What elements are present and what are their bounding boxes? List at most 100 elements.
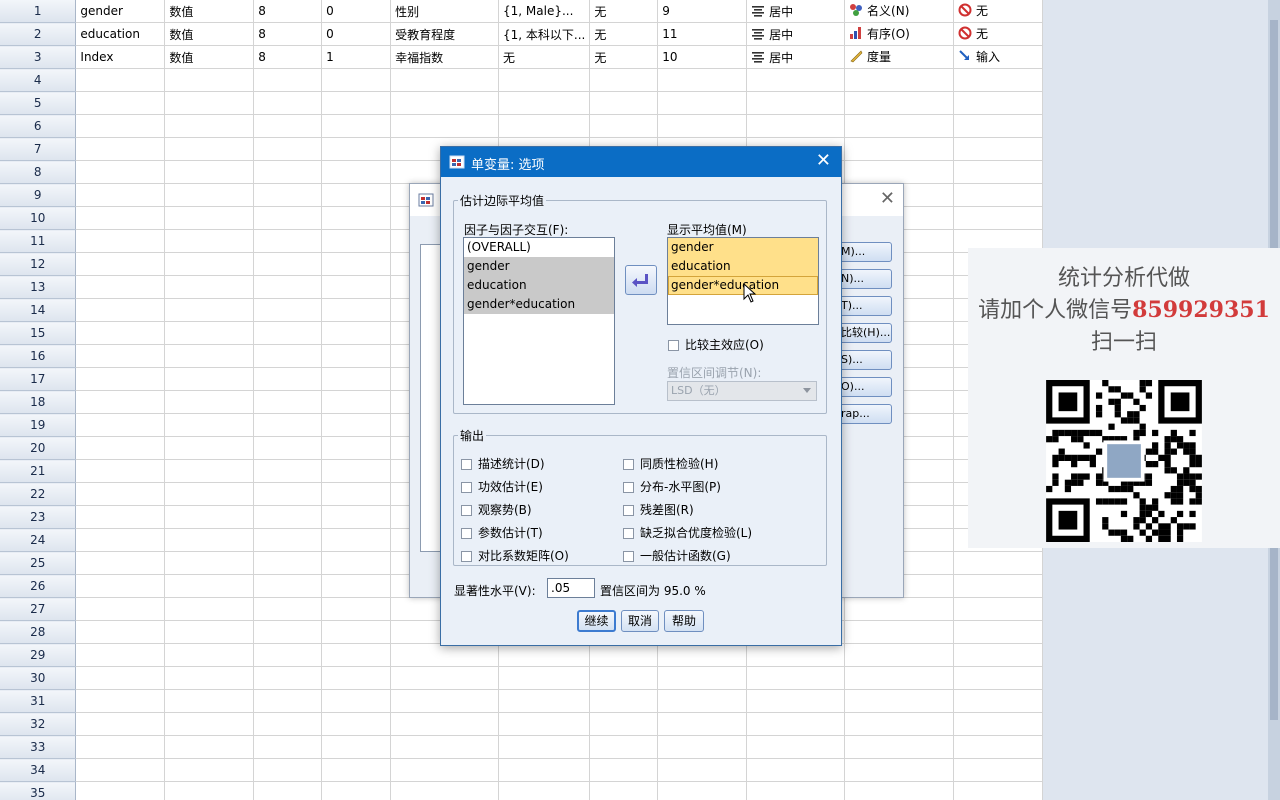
empty-cell[interactable] (75, 689, 166, 713)
empty-cell[interactable] (321, 482, 392, 506)
empty-cell[interactable] (321, 321, 392, 345)
empty-cell[interactable] (253, 344, 323, 368)
empty-cell[interactable] (164, 505, 255, 529)
empty-cell[interactable] (844, 68, 954, 92)
empty-cell[interactable] (844, 735, 954, 759)
empty-cell[interactable] (953, 206, 1043, 230)
row-header[interactable]: 17 (0, 367, 77, 391)
display-means-listbox[interactable]: gender education gender*education (667, 237, 819, 325)
row-header[interactable]: 27 (0, 597, 77, 621)
factor-list-item[interactable]: education (464, 276, 614, 295)
empty-cell[interactable] (253, 620, 323, 644)
row-header[interactable]: 20 (0, 436, 77, 460)
empty-cell[interactable] (253, 390, 323, 414)
empty-cell[interactable] (164, 137, 255, 161)
empty-cell[interactable] (321, 505, 392, 529)
row-header[interactable]: 14 (0, 298, 77, 322)
empty-cell[interactable] (75, 68, 166, 92)
empty-cell[interactable] (253, 68, 323, 92)
empty-cell[interactable] (164, 781, 255, 800)
empty-cell[interactable] (953, 551, 1043, 575)
row-header[interactable]: 10 (0, 206, 77, 230)
empty-cell[interactable] (321, 413, 392, 437)
empty-cell[interactable] (498, 735, 591, 759)
empty-cell[interactable] (253, 275, 323, 299)
row-header[interactable]: 29 (0, 643, 77, 667)
empty-cell[interactable] (953, 758, 1043, 782)
empty-cell[interactable] (321, 275, 392, 299)
empty-cell[interactable] (657, 735, 748, 759)
empty-cell[interactable] (746, 68, 846, 92)
empty-cell[interactable] (657, 689, 748, 713)
display-means-item[interactable]: gender (668, 238, 818, 257)
empty-cell[interactable] (253, 666, 323, 690)
empty-cell[interactable] (164, 413, 255, 437)
empty-cell[interactable] (75, 252, 166, 276)
empty-cell[interactable] (321, 160, 392, 184)
empty-cell[interactable] (253, 735, 323, 759)
back-dialog-button[interactable]: S)... (838, 350, 892, 370)
cell-missing[interactable]: 无 (589, 22, 659, 46)
cell-decimals[interactable]: 1 (321, 45, 392, 69)
empty-cell[interactable] (75, 643, 166, 667)
dialog-title-bar[interactable]: 单变量: 选项 ✕ (441, 147, 841, 177)
empty-cell[interactable] (390, 91, 499, 115)
empty-cell[interactable] (75, 505, 166, 529)
empty-cell[interactable] (844, 91, 954, 115)
empty-cell[interactable] (321, 735, 392, 759)
cell-label[interactable]: 幸福指数 (390, 45, 499, 69)
help-button[interactable]: 帮助 (664, 610, 704, 632)
empty-cell[interactable] (75, 712, 166, 736)
empty-cell[interactable] (164, 712, 255, 736)
empty-cell[interactable] (321, 643, 392, 667)
empty-cell[interactable] (253, 229, 323, 253)
empty-cell[interactable] (164, 183, 255, 207)
empty-cell[interactable] (75, 459, 166, 483)
empty-cell[interactable] (75, 91, 166, 115)
empty-cell[interactable] (321, 206, 392, 230)
back-dialog-button[interactable]: O)... (838, 377, 892, 397)
empty-cell[interactable] (253, 781, 323, 800)
empty-cell[interactable] (75, 735, 166, 759)
empty-cell[interactable] (164, 344, 255, 368)
row-header[interactable]: 22 (0, 482, 77, 506)
row-header[interactable]: 30 (0, 666, 77, 690)
empty-cell[interactable] (844, 666, 954, 690)
empty-cell[interactable] (321, 781, 392, 800)
empty-cell[interactable] (164, 689, 255, 713)
empty-cell[interactable] (253, 137, 323, 161)
empty-cell[interactable] (498, 68, 591, 92)
empty-cell[interactable] (589, 666, 659, 690)
empty-cell[interactable] (498, 712, 591, 736)
empty-cell[interactable] (75, 137, 166, 161)
empty-cell[interactable] (321, 597, 392, 621)
empty-cell[interactable] (75, 758, 166, 782)
empty-cell[interactable] (953, 183, 1043, 207)
cell-measure[interactable]: 有序(O) (844, 22, 954, 46)
output-checkbox[interactable]: 功效估计(E) (461, 478, 543, 495)
empty-cell[interactable] (164, 275, 255, 299)
empty-cell[interactable] (844, 137, 954, 161)
empty-cell[interactable] (953, 666, 1043, 690)
row-header[interactable]: 15 (0, 321, 77, 345)
cell-name[interactable]: gender (75, 0, 166, 23)
output-checkbox[interactable]: 参数估计(T) (461, 524, 543, 541)
empty-cell[interactable] (253, 252, 323, 276)
back-dialog-button[interactable]: N)... (838, 269, 892, 289)
empty-cell[interactable] (321, 574, 392, 598)
empty-cell[interactable] (589, 735, 659, 759)
empty-cell[interactable] (253, 114, 323, 138)
empty-cell[interactable] (164, 735, 255, 759)
empty-cell[interactable] (164, 206, 255, 230)
empty-cell[interactable] (390, 781, 499, 800)
factors-listbox[interactable]: (OVERALL) gender education gender*education (463, 237, 615, 405)
row-header[interactable]: 13 (0, 275, 77, 299)
row-header[interactable]: 6 (0, 114, 77, 138)
empty-cell[interactable] (321, 91, 392, 115)
empty-cell[interactable] (746, 758, 846, 782)
cell-measure[interactable]: 名义(N) (844, 0, 954, 23)
empty-cell[interactable] (953, 574, 1043, 598)
back-dialog-close-icon[interactable]: ✕ (880, 188, 895, 209)
empty-cell[interactable] (953, 114, 1043, 138)
empty-cell[interactable] (75, 298, 166, 322)
